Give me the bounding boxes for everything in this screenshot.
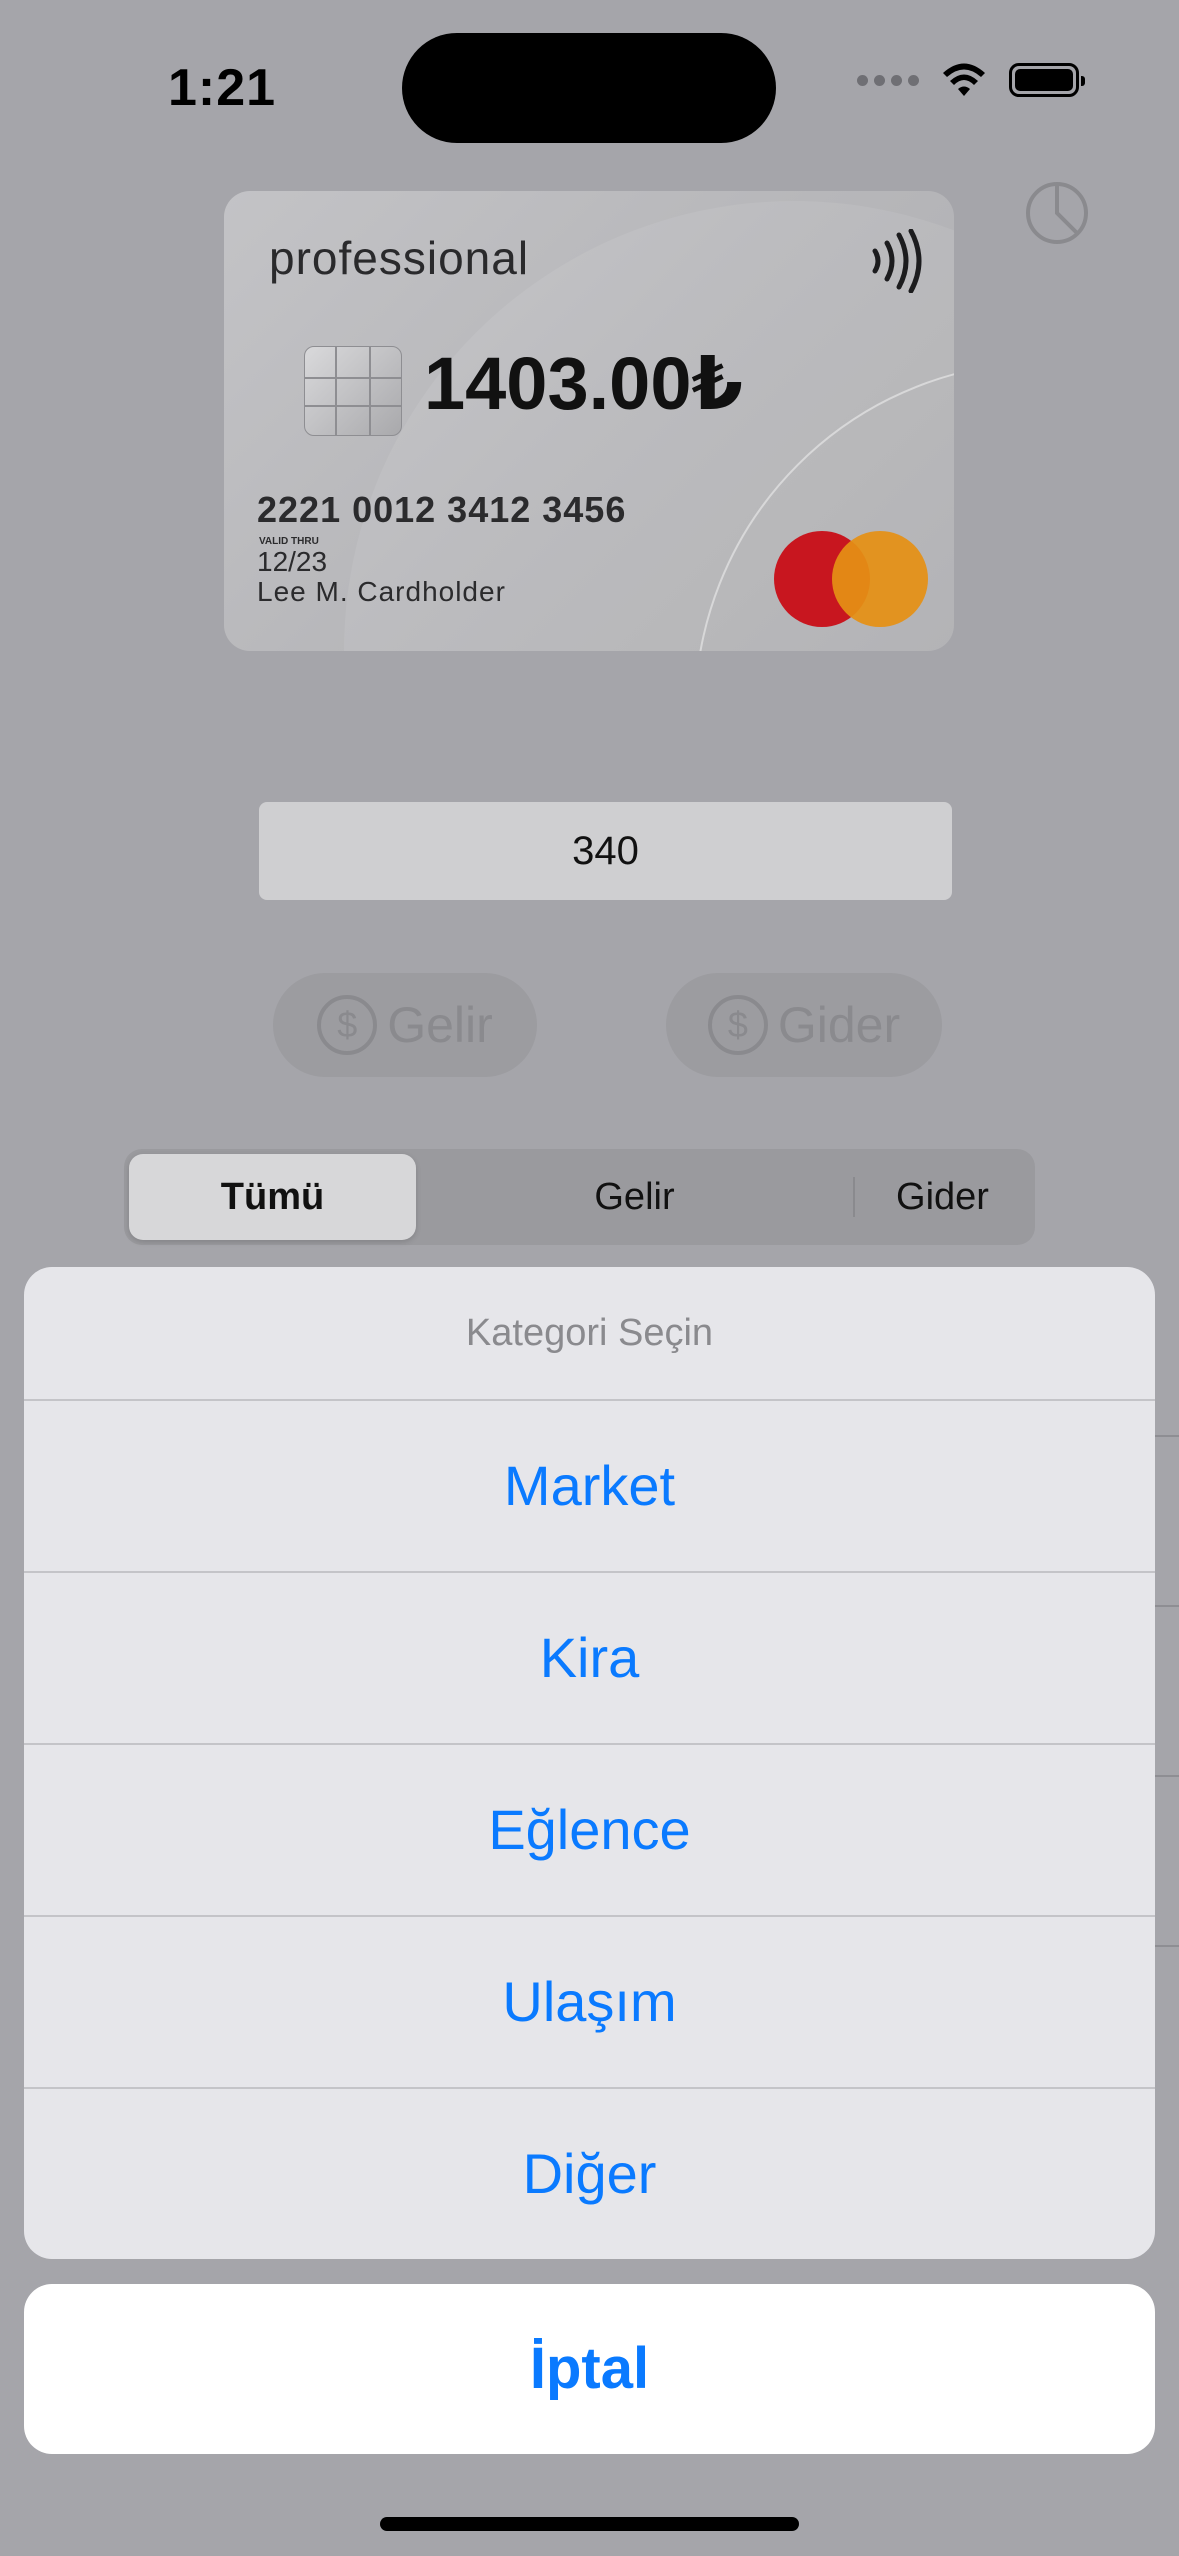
dollar-icon: $ [317,995,378,1055]
list-separator [1155,1945,1179,1947]
option-transport[interactable]: Ulaşım [24,1917,1155,2089]
home-indicator[interactable] [380,2517,799,2531]
option-other[interactable]: Diğer [24,2089,1155,2259]
dynamic-island [402,33,776,143]
expense-button[interactable]: $ Gider [666,973,942,1077]
expense-button-label: Gider [777,997,901,1053]
cancel-button[interactable]: İptal [24,2284,1155,2454]
segment-expense[interactable]: Gider [855,1154,1030,1240]
list-separator [1155,1435,1179,1437]
battery-icon [1009,63,1085,97]
amount-input[interactable]: 340 [259,802,952,900]
income-button-label: Gelir [387,997,493,1053]
credit-card: professional 1403.00₺ 2221 0012 3412 345… [224,191,954,651]
card-brand: professional [269,232,530,284]
contactless-icon [872,229,922,293]
list-separator [1155,1605,1179,1607]
option-market[interactable]: Market [24,1401,1155,1573]
status-icons [857,62,1085,98]
segment-all[interactable]: Tümü [129,1154,416,1240]
card-number: 2221 0012 3412 3456 [257,489,627,530]
option-rent[interactable]: Kira [24,1573,1155,1745]
segment-income[interactable]: Gelir [416,1154,853,1240]
action-sheet-title: Kategori Seçin [24,1267,1155,1401]
filter-segmented-control: Tümü Gelir Gider [124,1149,1035,1245]
card-holder: Lee M. Cardholder [257,576,506,607]
card-expiry: 12/23 [257,546,328,577]
category-action-sheet: Kategori Seçin Market Kira Eğlence Ulaşı… [24,1267,1155,2259]
card-chip-icon [304,346,402,436]
income-button[interactable]: $ Gelir [273,973,537,1077]
option-entertainment[interactable]: Eğlence [24,1745,1155,1917]
mastercard-logo [774,531,934,631]
list-separator [1155,1775,1179,1777]
card-balance: 1403.00₺ [424,342,743,425]
wifi-icon [943,63,985,96]
pie-chart-icon[interactable] [1024,180,1090,246]
cellular-signal-icon [857,74,919,86]
status-time: 1:21 [168,59,277,117]
dollar-icon: $ [707,995,768,1055]
